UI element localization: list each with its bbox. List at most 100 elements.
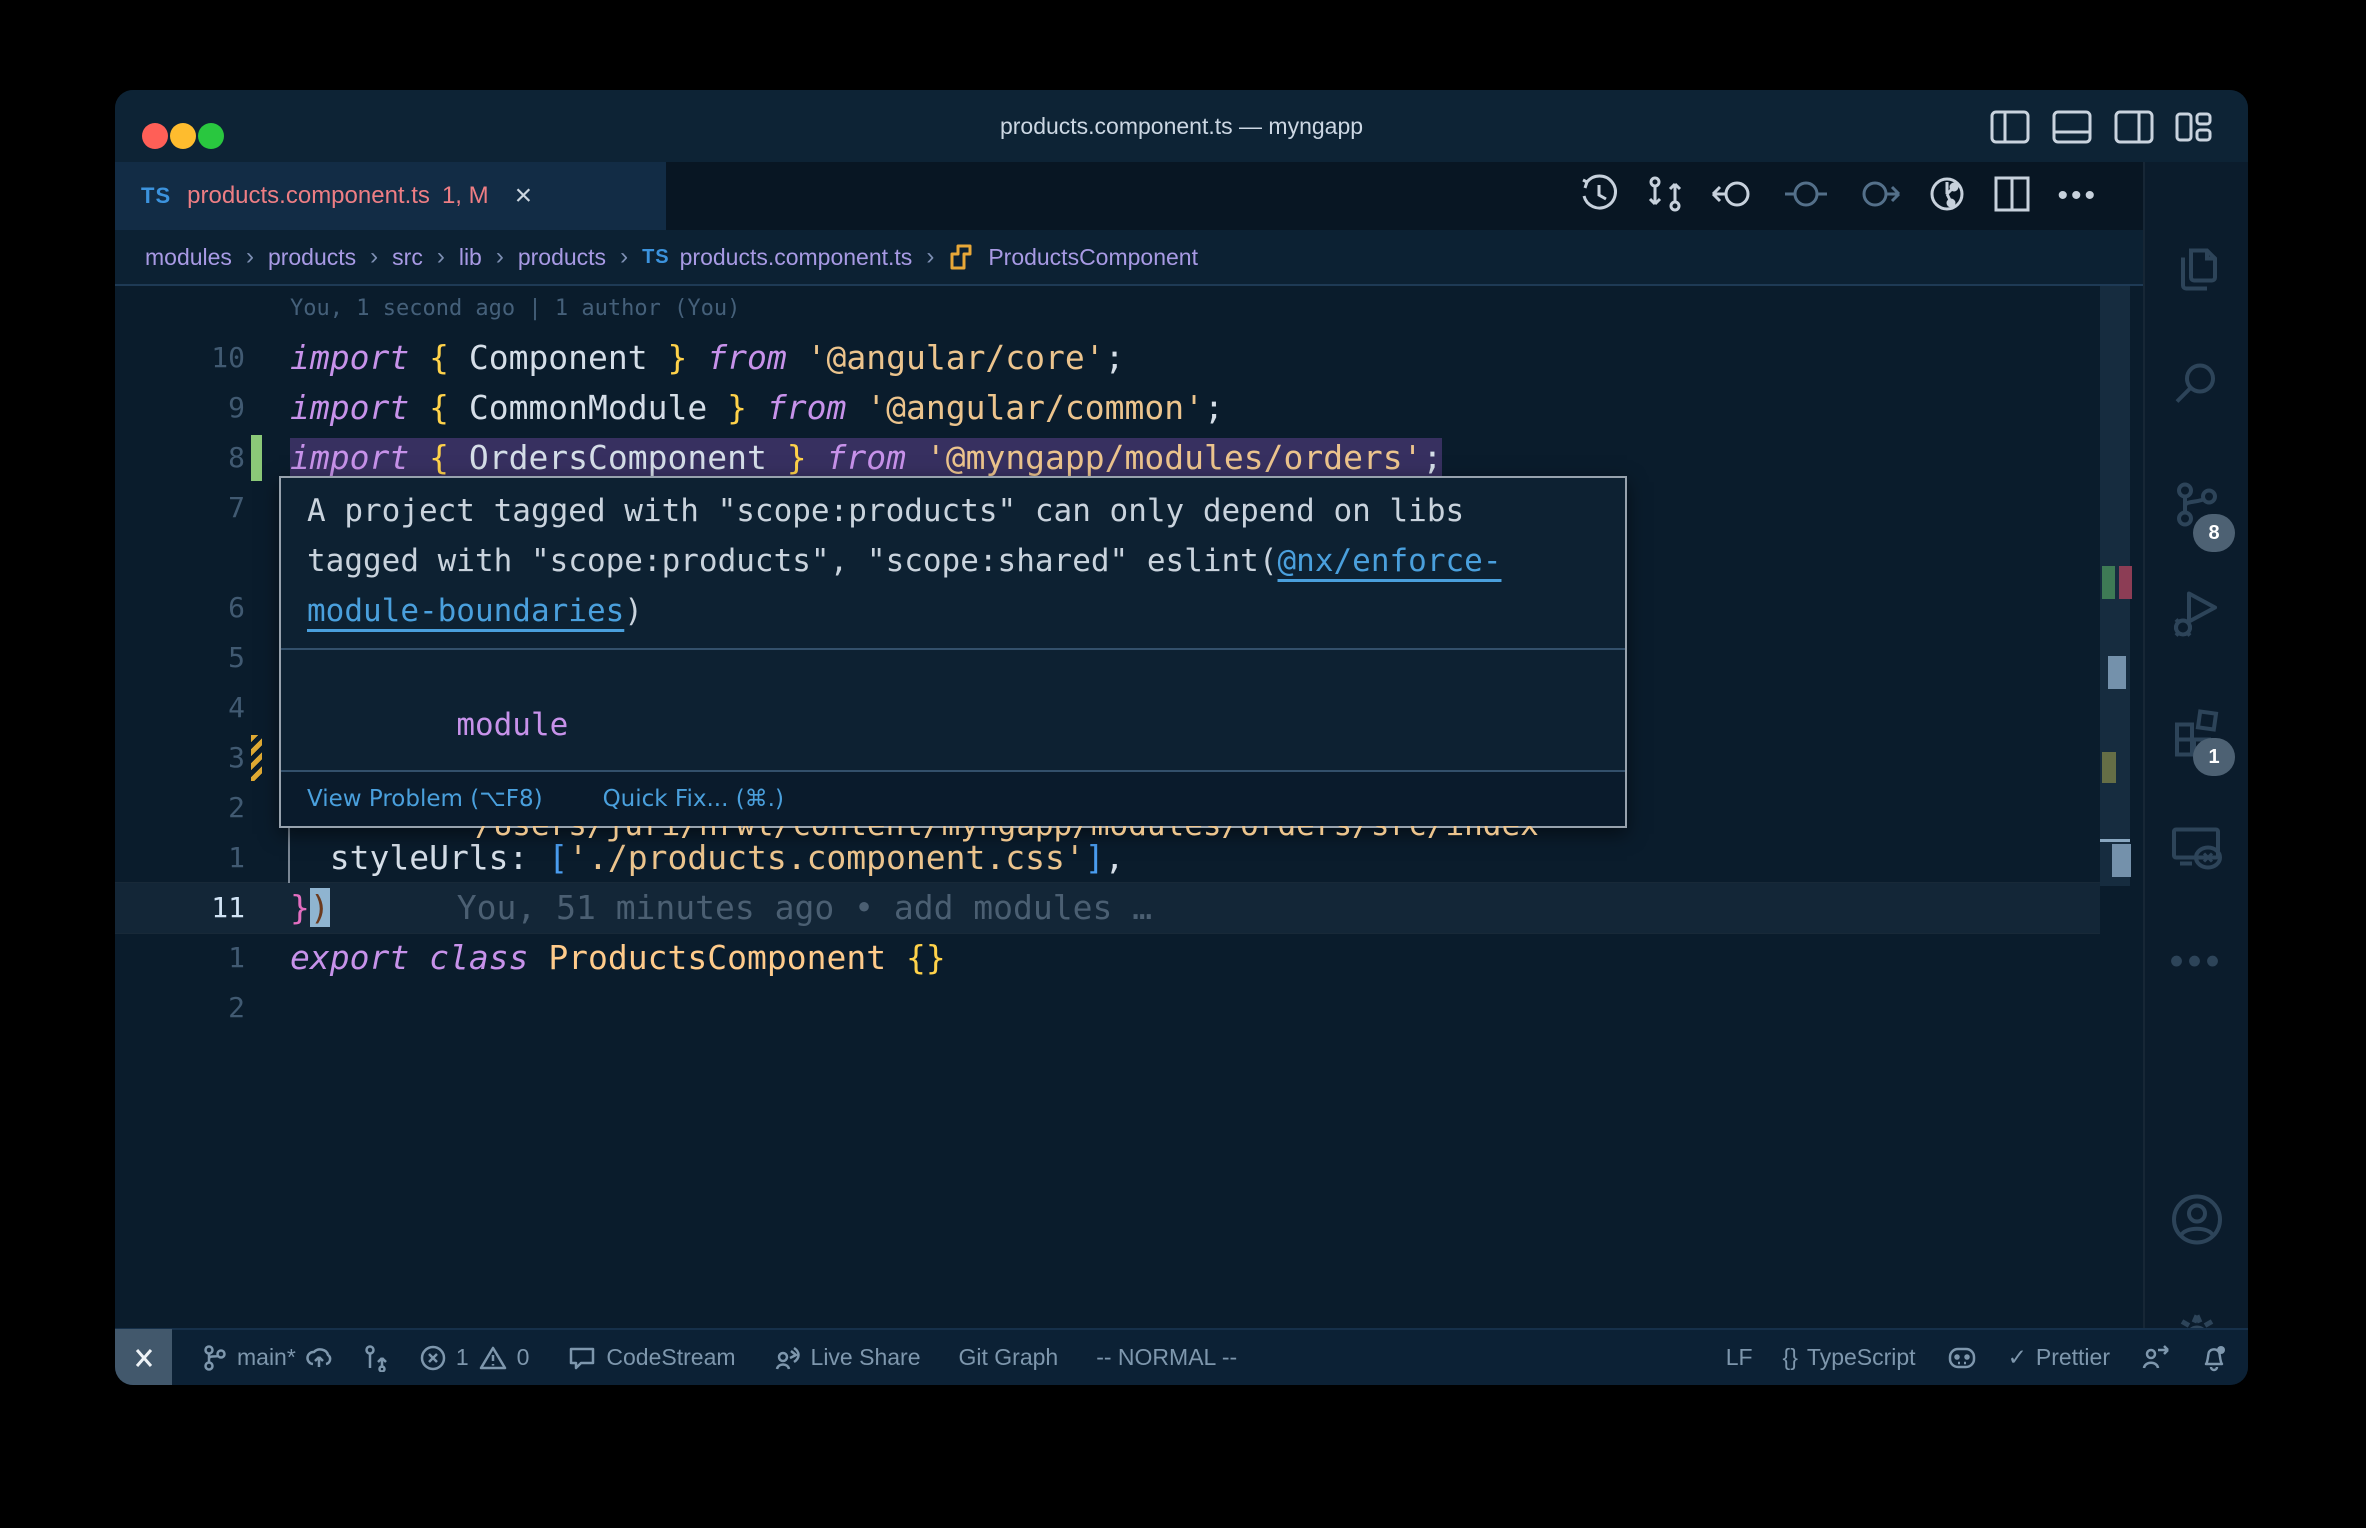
copilot-item[interactable] (1946, 1343, 1978, 1373)
more-views-icon[interactable]: ••• (2169, 940, 2223, 985)
breadcrumb: modules › products › src › lib › products › T… (115, 230, 2248, 286)
error-icon (420, 1345, 446, 1370)
ruler-cursor-line (2100, 839, 2130, 842)
code-line[interactable]: 9 import { CommonModule } from '@angular/… (115, 383, 2100, 433)
line-number[interactable] (115, 533, 245, 583)
warning-icon (479, 1346, 506, 1369)
split-editor-icon[interactable] (1993, 175, 2031, 218)
bell-icon (2204, 1345, 2225, 1371)
previous-change-icon[interactable] (1711, 174, 1757, 219)
bracket-pair-guide (288, 828, 290, 883)
eslint-rule-link[interactable]: module-boundaries (307, 593, 624, 629)
ruler-mark-cursor (2112, 844, 2131, 877)
breadcrumb-file[interactable]: products.component.ts (680, 244, 913, 271)
git-branch-item[interactable]: main* (202, 1344, 333, 1372)
line-number[interactable]: 2 (115, 983, 245, 1033)
compare-branch-item[interactable] (363, 1344, 389, 1372)
code-text: import { Component } from '@angular/core… (290, 338, 1125, 377)
feedback-item[interactable] (2140, 1344, 2170, 1372)
line-number[interactable]: 8 (115, 433, 245, 483)
code-line[interactable]: 10 import { Component } from '@angular/co… (115, 333, 2100, 383)
next-change-icon[interactable] (1855, 174, 1901, 219)
typescript-file-icon: TS (141, 183, 172, 208)
account-icon[interactable] (2168, 1191, 2226, 1254)
live-share-icon (775, 1346, 800, 1369)
line-number[interactable]: 9 (115, 383, 245, 433)
line-number[interactable]: 5 (115, 633, 245, 683)
tab-problems-decoration: 1, M (441, 182, 489, 209)
ruler-mark-added (2102, 566, 2115, 599)
line-number[interactable]: 1 (115, 833, 245, 883)
title-bar: products.component.ts — myngapp (115, 90, 2248, 162)
code-text: export class ProductsComponent {} (290, 938, 946, 977)
line-number[interactable]: 2 (115, 783, 245, 833)
problem-message: A project tagged with "scope:products" c… (307, 493, 1502, 629)
line-number[interactable]: 10 (115, 333, 245, 383)
vscode-window: products.component.ts — myngapp TS produ… (115, 90, 2248, 1385)
explorer-icon[interactable] (2169, 242, 2225, 303)
gitlens-icon[interactable] (1927, 174, 1967, 219)
line-number[interactable]: 6 (115, 583, 245, 633)
typescript-file-icon: TS (642, 245, 670, 268)
more-actions-icon[interactable]: ••• (2057, 179, 2098, 213)
status-bar: main* 1 0 CodeStream Live Share Git Grap… (115, 1328, 2248, 1385)
ruler-mark-selection (2108, 656, 2126, 689)
ruler-mark-deleted (2119, 566, 2132, 599)
search-icon[interactable] (2169, 355, 2225, 416)
eslint-rule-link[interactable]: @nx/enforce- (1278, 543, 1502, 579)
line-number[interactable]: 3 (115, 733, 245, 783)
breadcrumb-item[interactable]: lib (459, 244, 482, 271)
language-mode-item[interactable]: {} TypeScript (1783, 1344, 1916, 1371)
remote-explorer-icon[interactable] (2168, 820, 2226, 881)
remote-indicator[interactable] (115, 1329, 172, 1385)
source-control-badge: 8 (2193, 514, 2235, 552)
live-share-item[interactable]: Live Share (774, 1344, 921, 1372)
tooltip-actions: View Problem (⌥F8) Quick Fix... (⌘.) (281, 770, 1625, 826)
tab-bar: TS products.component.ts 1, M × ••• (115, 162, 2248, 230)
line-number[interactable]: 4 (115, 683, 245, 733)
toggle-primary-sidebar-icon[interactable] (1990, 110, 2030, 144)
quick-fix-action[interactable]: Quick Fix... (⌘.) (603, 786, 784, 812)
vim-mode-indicator[interactable]: -- NORMAL -- (1096, 1344, 1237, 1371)
git-graph-item[interactable]: Git Graph (959, 1344, 1059, 1371)
symbol-class-icon (948, 242, 978, 272)
view-problem-action[interactable]: View Problem (⌥F8) (307, 786, 543, 812)
breadcrumb-item[interactable]: products (518, 244, 606, 271)
toggle-panel-icon[interactable] (2052, 110, 2092, 144)
run-debug-icon[interactable] (2169, 586, 2225, 647)
problems-item[interactable]: 1 0 (419, 1344, 529, 1372)
codestream-item[interactable]: CodeStream (567, 1344, 736, 1372)
problem-hover-tooltip: A project tagged with "scope:products" c… (279, 476, 1627, 843)
notifications-item[interactable] (2200, 1343, 2228, 1373)
code-editor[interactable]: You, 1 second ago | 1 author (You) 10 imp… (115, 286, 2143, 1328)
breadcrumb-item[interactable]: src (392, 244, 423, 271)
tab-close-icon[interactable]: × (515, 181, 533, 211)
line-number[interactable]: 11 (115, 883, 245, 933)
eol-indicator[interactable]: LF (1726, 1344, 1753, 1371)
gutter-modified-marker (251, 735, 262, 781)
breadcrumb-symbol[interactable]: ProductsComponent (988, 244, 1198, 271)
code-line[interactable]: 2 (115, 983, 2100, 1033)
breadcrumb-item[interactable]: modules (145, 244, 232, 271)
line-number[interactable]: 7 (115, 483, 245, 533)
extensions-badge: 1 (2193, 738, 2235, 776)
current-change-icon[interactable] (1783, 174, 1829, 219)
gitlens-blame-annotation[interactable]: You, 1 second ago | 1 author (You) (290, 296, 740, 321)
feedback-person-icon (2142, 1344, 2169, 1368)
activity-bar: 8 1 ••• 1 (2143, 162, 2248, 1382)
toggle-secondary-sidebar-icon[interactable] (2114, 110, 2154, 144)
code-line[interactable]: 1 export class ProductsComponent {} (115, 933, 2100, 983)
tab-filename: products.component.ts (187, 182, 430, 209)
gutter-added-marker (251, 435, 262, 481)
tab-products-component[interactable]: TS products.component.ts 1, M × (115, 162, 666, 230)
window-title: products.component.ts — myngapp (999, 113, 1364, 139)
customize-layout-icon[interactable] (2174, 110, 2214, 144)
compare-changes-icon[interactable] (1645, 174, 1685, 219)
editor-actions: ••• (1579, 162, 2098, 230)
code-text: import { CommonModule } from '@angular/c… (290, 388, 1224, 427)
publish-cloud-icon (306, 1347, 332, 1367)
timeline-history-icon[interactable] (1579, 174, 1619, 219)
line-number[interactable]: 1 (115, 933, 245, 983)
breadcrumb-item[interactable]: products (268, 244, 356, 271)
prettier-item[interactable]: ✓ Prettier (2008, 1344, 2110, 1371)
